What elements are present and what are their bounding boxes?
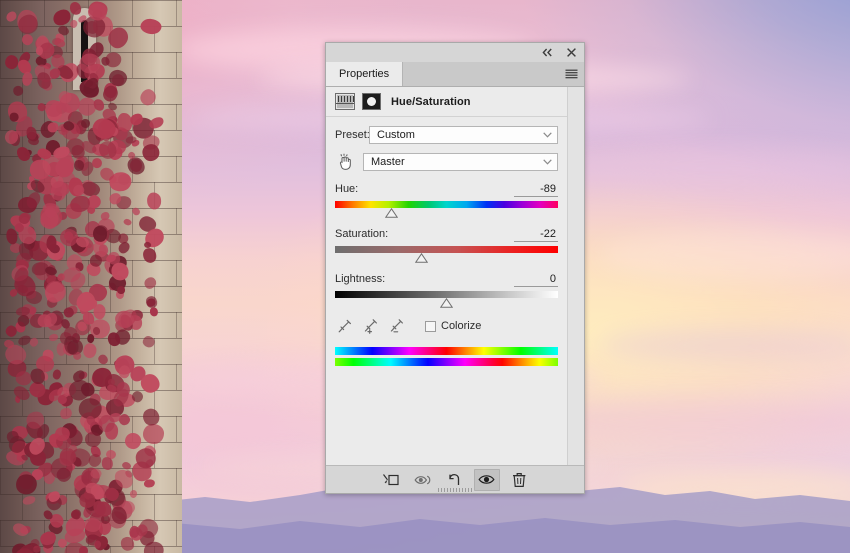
- chevron-down-icon: [542, 130, 553, 141]
- hamburger-menu-icon[interactable]: [558, 62, 584, 86]
- preset-select[interactable]: Custom: [369, 126, 558, 144]
- slider-handle-hue[interactable]: [384, 208, 398, 218]
- view-previous-state-icon[interactable]: [410, 469, 436, 491]
- adjustment-header: Hue/Saturation: [326, 87, 567, 117]
- collapse-icon[interactable]: [541, 46, 554, 59]
- panel-tabstrip[interactable]: Properties: [326, 62, 584, 87]
- slider-label-hue: Hue:: [335, 183, 359, 195]
- properties-panel[interactable]: Properties Hue/Saturation Preset: Custom…: [325, 42, 585, 494]
- adjustment-content: Preset: Custom Master Hue: -89 Saturatio…: [326, 117, 567, 465]
- slider-track-hue: [335, 201, 558, 208]
- panel-right-gutter: [567, 87, 584, 465]
- resize-grip-icon[interactable]: [438, 488, 472, 492]
- slider-value-saturation[interactable]: -22: [514, 228, 558, 242]
- slider-value-hue[interactable]: -89: [514, 183, 558, 197]
- eyedropper-row: Colorize: [337, 318, 558, 334]
- preset-row: Preset: Custom: [335, 126, 558, 144]
- colorize-checkbox-row[interactable]: Colorize: [425, 320, 481, 332]
- tab-properties[interactable]: Properties: [326, 62, 404, 86]
- preset-value: Custom: [377, 129, 415, 141]
- slider-label-saturation: Saturation:: [335, 228, 389, 240]
- adjustment-layer-thumbnail-icon[interactable]: [335, 93, 355, 110]
- chevron-down-icon: [542, 157, 553, 168]
- slider-header: Lightness: 0: [335, 273, 558, 287]
- toggle-visibility-icon[interactable]: [474, 468, 500, 491]
- preset-label: Preset:: [335, 129, 370, 141]
- slider-header: Saturation: -22: [335, 228, 558, 242]
- tab-properties-label: Properties: [339, 68, 390, 80]
- slider-handle-lightness[interactable]: [440, 298, 453, 308]
- close-icon[interactable]: [565, 46, 578, 59]
- slider-handle-saturation[interactable]: [415, 253, 429, 263]
- slider-track-wrap-saturation[interactable]: [335, 244, 558, 264]
- channel-value: Master: [371, 156, 405, 168]
- panel-main-column: Hue/Saturation Preset: Custom Master Hue…: [326, 87, 567, 465]
- slider-lightness: Lightness: 0: [335, 273, 558, 309]
- original-hue-spectrum-bar: [335, 347, 558, 355]
- slider-track-lightness: [335, 291, 558, 298]
- adjusted-hue-spectrum-bar: [335, 358, 558, 366]
- delete-icon[interactable]: [506, 469, 532, 491]
- slider-track-wrap-hue[interactable]: [335, 199, 558, 219]
- slider-label-lightness: Lightness:: [335, 273, 386, 285]
- stone-tower: [0, 0, 182, 553]
- sliders-container: Hue: -89 Saturation: -22 Lightness: 0: [335, 183, 558, 309]
- eyedropper-subtract-icon[interactable]: [389, 318, 405, 334]
- slider-value-lightness[interactable]: 0: [514, 273, 558, 287]
- colorize-label: Colorize: [441, 320, 482, 332]
- slider-header: Hue: -89: [335, 183, 558, 197]
- channel-row: Master: [335, 152, 558, 172]
- slider-track-saturation: [335, 246, 558, 253]
- slider-saturation: Saturation: -22: [335, 228, 558, 264]
- layer-mask-thumbnail-icon[interactable]: [362, 93, 381, 110]
- slider-hue: Hue: -89: [335, 183, 558, 219]
- eyedropper-add-icon[interactable]: [363, 318, 379, 334]
- panel-body: Hue/Saturation Preset: Custom Master Hue…: [326, 87, 584, 465]
- panel-titlebar[interactable]: [326, 43, 584, 62]
- slider-track-wrap-lightness[interactable]: [335, 289, 558, 309]
- channel-select[interactable]: Master: [363, 153, 558, 171]
- colorize-checkbox[interactable]: [425, 320, 436, 332]
- adjustment-title: Hue/Saturation: [391, 95, 471, 108]
- eyedropper-icon[interactable]: [337, 318, 353, 334]
- spectrum-bars: [335, 347, 558, 366]
- on-image-adjustment-hand-icon[interactable]: [335, 152, 357, 172]
- clip-to-layer-icon[interactable]: [378, 469, 404, 491]
- tabstrip-spacer: [403, 62, 558, 86]
- panel-footer-toolbar: [326, 465, 584, 493]
